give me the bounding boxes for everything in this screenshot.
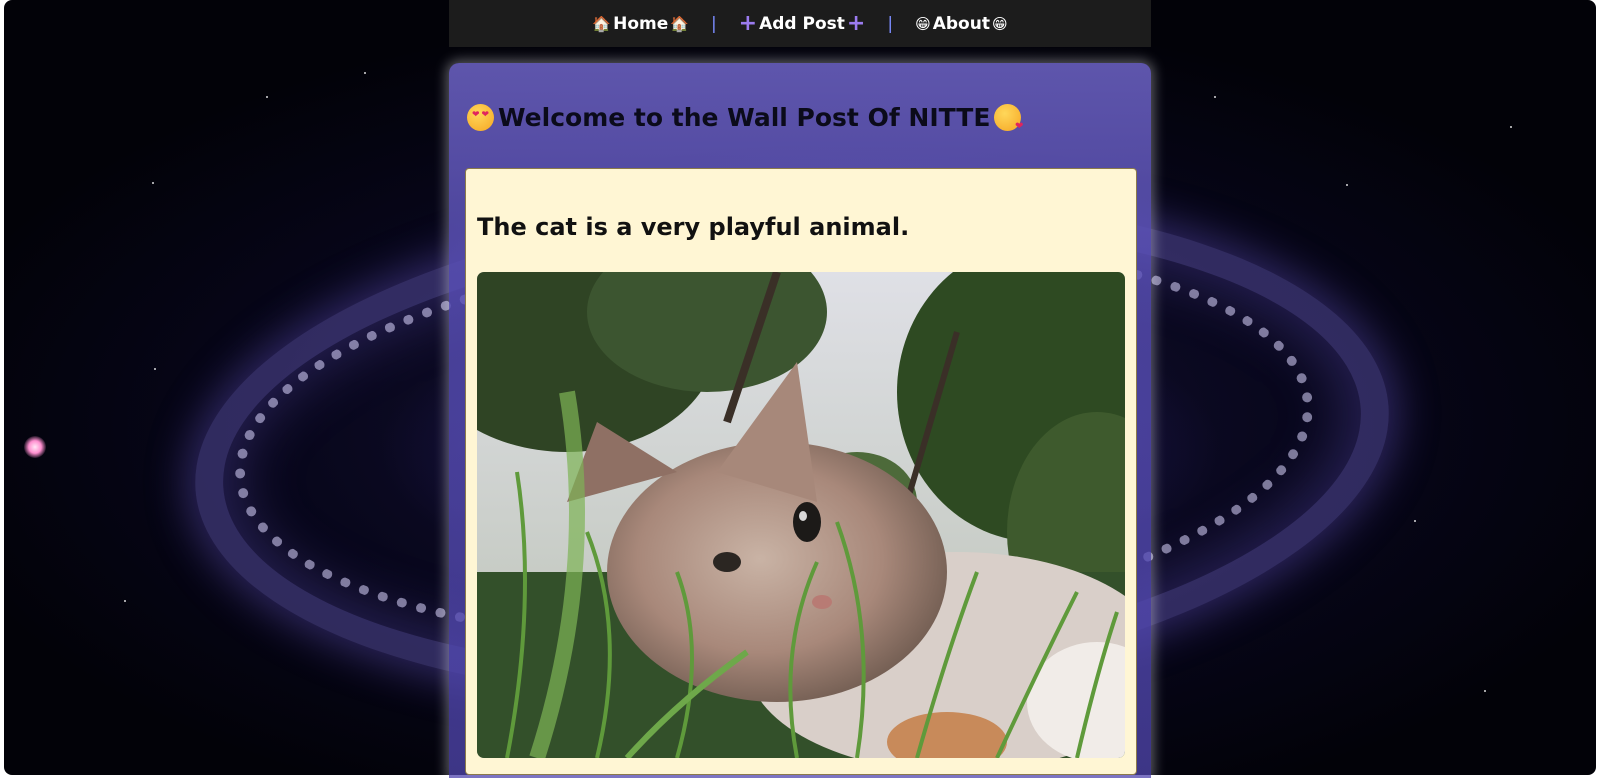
top-navbar: 🏠 Home 🏠 | + Add Post + | 😁 About 😁 [449,0,1151,47]
house-icon: 🏠 [592,14,612,33]
grinning-face-icon: 😁 [915,14,931,33]
post-image [477,272,1125,758]
nav-separator: | [710,13,717,34]
nav-about-link[interactable]: 😁 About 😁 [915,14,1008,34]
star [1484,690,1486,692]
kissing-face-emoji-icon [994,104,1023,132]
nav-add-post-label: Add Post [759,13,845,34]
star [1346,184,1348,186]
wall-panel: Welcome to the Wall Post Of NITTE The ca… [449,63,1151,778]
star [152,182,154,184]
star [364,72,366,74]
house-icon: 🏠 [670,14,689,33]
star [1510,126,1512,128]
star [1214,96,1216,98]
page-title-text: Welcome to the Wall Post Of NITTE [498,103,991,132]
star [124,600,126,602]
star [266,96,268,98]
cat-in-grass-photo [477,272,1125,758]
nav-home-label: Home [613,13,669,34]
star [1414,520,1416,522]
post-title: The cat is a very playful animal. [477,213,910,241]
nav-about-label: About [932,13,990,34]
grinning-face-icon: 😁 [991,14,1008,33]
post-card: The cat is a very playful animal. [465,168,1137,775]
heart-eyes-emoji-icon [467,104,494,131]
nav-separator: | [887,13,894,34]
page-title: Welcome to the Wall Post Of NITTE [467,103,1023,132]
star [154,368,156,370]
pink-star [24,436,46,458]
plus-icon: + [846,10,866,36]
plus-icon: + [738,10,758,36]
nav-add-post-link[interactable]: + Add Post + [738,10,866,36]
nav-home-link[interactable]: 🏠 Home 🏠 [592,14,689,34]
